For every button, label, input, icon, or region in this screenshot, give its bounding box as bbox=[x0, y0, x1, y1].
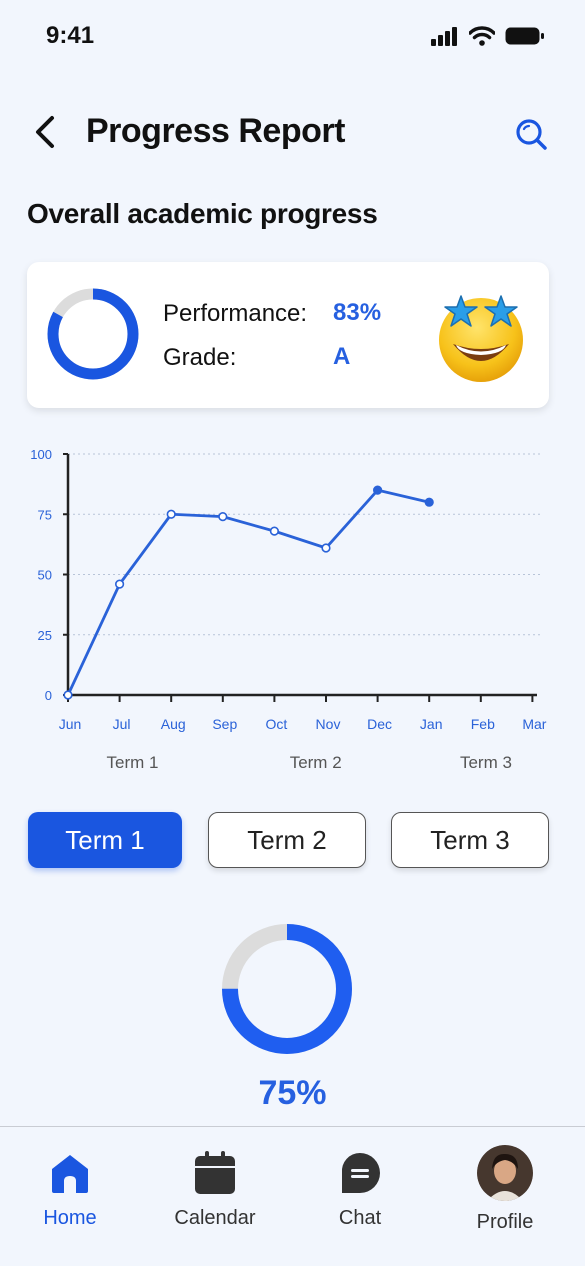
performance-summary-card: Performance: 83% Grade: A bbox=[27, 262, 549, 408]
chevron-left-icon bbox=[36, 116, 54, 148]
data-point bbox=[321, 543, 331, 553]
tab-term-3[interactable]: Term 3 bbox=[391, 812, 549, 868]
data-point bbox=[424, 497, 434, 507]
term-progress-ring bbox=[222, 924, 352, 1054]
back-button[interactable] bbox=[30, 112, 62, 152]
x-tick-label: Aug bbox=[161, 716, 186, 732]
data-point bbox=[218, 512, 228, 522]
wifi-icon bbox=[469, 26, 495, 46]
y-tick-label: 0 bbox=[45, 688, 52, 703]
search-button[interactable] bbox=[513, 116, 549, 152]
battery-icon bbox=[505, 27, 544, 45]
term-label: Term 1 bbox=[107, 753, 159, 772]
home-icon bbox=[52, 1155, 88, 1193]
data-point bbox=[114, 579, 125, 589]
nav-calendar-label: Calendar bbox=[174, 1207, 256, 1229]
data-point bbox=[373, 485, 383, 495]
term-label: Term 3 bbox=[460, 753, 512, 772]
progress-line-chart: 0 25 50 75 100 Jun Jul Aug Sep Oct Nov Dec Jan Feb Mar… bbox=[0, 440, 585, 780]
x-tick-label: Feb bbox=[471, 716, 495, 732]
progress-chart-svg: 0 25 50 75 100 Jun Jul Aug Sep Oct Nov Dec Jan Feb Mar… bbox=[30, 447, 546, 772]
nav-chat-label: Chat bbox=[338, 1207, 382, 1229]
nav-home-label: Home bbox=[43, 1207, 97, 1229]
tab-term-1[interactable]: Term 1 bbox=[28, 812, 182, 868]
term-tabs: Term 1 Term 2 Term 3 bbox=[0, 812, 585, 868]
section-title: Overall academic progress bbox=[27, 198, 378, 229]
performance-value: 83% bbox=[333, 299, 382, 326]
y-tick-label: 100 bbox=[30, 447, 52, 462]
bottom-nav: Home Calendar Chat Profile bbox=[0, 1126, 585, 1266]
x-tick-label: Jan bbox=[420, 716, 443, 732]
data-point bbox=[63, 690, 73, 700]
term-progress-value: 75% bbox=[258, 1074, 327, 1112]
status-icons bbox=[431, 26, 545, 46]
term-label: Term 2 bbox=[290, 753, 342, 772]
grade-value: A bbox=[333, 343, 351, 370]
x-tick-label: Dec bbox=[367, 716, 392, 732]
series-line bbox=[66, 488, 430, 696]
calendar-icon bbox=[195, 1151, 235, 1194]
nav-profile[interactable]: Profile bbox=[450, 1145, 560, 1245]
app-header: Progress Report bbox=[0, 100, 585, 164]
performance-label: Performance: bbox=[163, 300, 308, 327]
x-tick-label: Oct bbox=[266, 716, 288, 732]
x-tick-label: Jul bbox=[113, 716, 131, 732]
tab-term-2[interactable]: Term 2 bbox=[208, 812, 366, 868]
y-tick-label: 50 bbox=[38, 568, 52, 583]
x-tick-label: Nov bbox=[316, 716, 341, 732]
x-tick-label: Jun bbox=[59, 716, 82, 732]
status-time: 9:41 bbox=[46, 22, 95, 49]
data-point bbox=[166, 509, 176, 519]
x-tick-label: Sep bbox=[212, 716, 237, 732]
nav-calendar[interactable]: Calendar bbox=[160, 1149, 270, 1249]
nav-profile-label: Profile bbox=[476, 1211, 534, 1233]
search-icon bbox=[516, 119, 547, 150]
data-point bbox=[269, 526, 280, 536]
grade-label: Grade: bbox=[163, 344, 237, 371]
star-struck-emoji-icon bbox=[439, 295, 523, 382]
y-tick-label: 75 bbox=[38, 507, 52, 522]
nav-home[interactable]: Home bbox=[15, 1149, 125, 1249]
nav-chat[interactable]: Chat bbox=[305, 1149, 415, 1249]
page-title: Progress Report bbox=[86, 112, 345, 150]
x-tick-label: Mar bbox=[522, 716, 546, 732]
y-tick-label: 25 bbox=[38, 628, 52, 643]
performance-ring bbox=[47, 288, 139, 380]
signal-icon bbox=[431, 27, 457, 46]
avatar bbox=[477, 1145, 533, 1201]
status-bar: 9:41 bbox=[0, 0, 585, 76]
chat-icon bbox=[341, 1152, 380, 1193]
